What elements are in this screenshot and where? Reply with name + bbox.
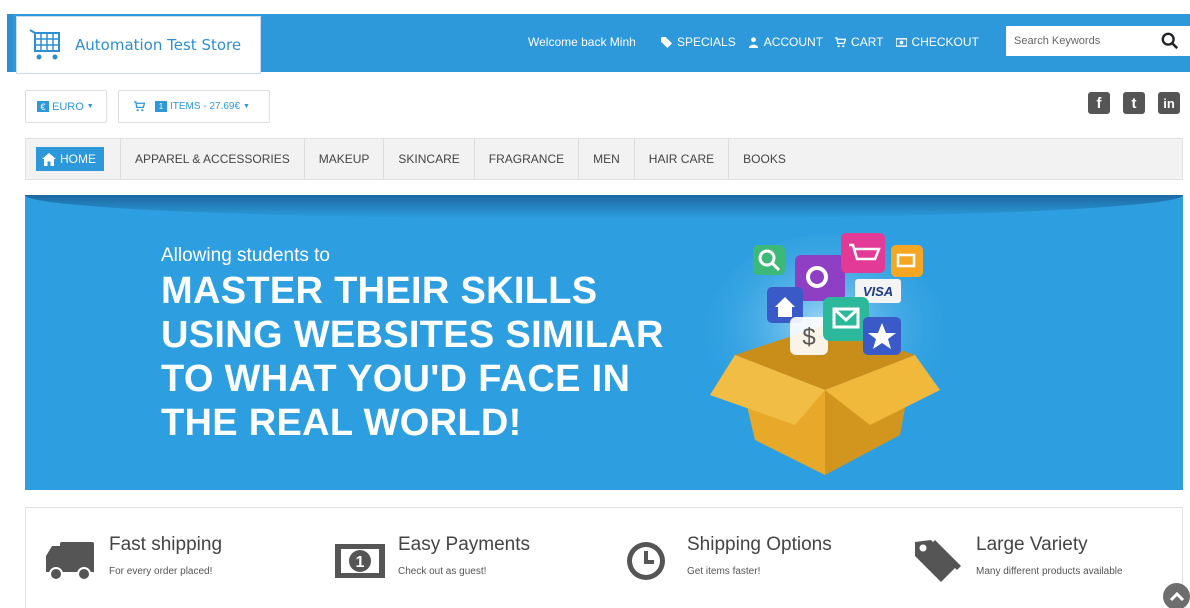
banner-headline: MASTER THEIR SKILLS USING WEBSITES SIMIL…: [161, 269, 664, 445]
svg-text:1: 1: [356, 554, 365, 571]
search-input[interactable]: [1006, 27, 1156, 55]
banner-headline-line: TO WHAT YOU'D FACE IN: [161, 358, 631, 400]
tag-icon: [661, 36, 672, 48]
feature-fast-shipping: Fast shipping For every order placed!: [26, 508, 315, 608]
cart-count-badge: 1: [155, 101, 167, 112]
store-logo-link[interactable]: Automation Test Store: [16, 16, 261, 74]
tags-icon: [915, 540, 961, 582]
twitter-glyph: t: [1131, 94, 1137, 112]
category-men[interactable]: MEN: [578, 139, 634, 179]
nav-cart-label: CART: [851, 35, 884, 49]
feature-title: Fast shipping: [109, 534, 223, 555]
banner-box-illustration: VISA $: [705, 233, 945, 475]
clock-icon: [627, 542, 665, 580]
feature-subtitle: Many different products available: [976, 566, 1123, 577]
facebook-glyph: f: [1096, 94, 1102, 112]
search-box: [1006, 26, 1190, 56]
store-name: Automation Test Store: [75, 36, 242, 54]
truck-icon: [46, 542, 94, 581]
scroll-to-top-button[interactable]: [1163, 583, 1190, 608]
nav-checkout-label: CHECKOUT: [911, 35, 979, 49]
banner-subtitle: Allowing students to: [161, 245, 330, 266]
feature-subtitle: Check out as guest!: [398, 566, 487, 577]
user-icon: [748, 36, 758, 48]
social-links: f t in: [1088, 92, 1180, 114]
nav-home[interactable]: HOME: [36, 147, 104, 171]
currency-label: EURO: [52, 100, 84, 113]
nav-home-label: HOME: [60, 152, 96, 166]
cart-icon: [835, 36, 847, 47]
home-icon: [42, 152, 56, 166]
category-hair-care[interactable]: HAIR CARE: [633, 139, 728, 179]
hero-banner[interactable]: Allowing students to MASTER THEIR SKILLS…: [25, 195, 1183, 490]
search-icon: [1161, 32, 1179, 50]
header-left-strip: [7, 14, 13, 72]
linkedin-glyph: in: [1163, 95, 1175, 111]
banner-headline-line: MASTER THEIR SKILLS: [161, 270, 598, 312]
chevron-up-icon: [1169, 591, 1184, 601]
welcome-message[interactable]: Welcome back Minh: [528, 35, 636, 49]
banner-visa-card-label: VISA: [863, 284, 893, 299]
banner-headline-line: USING WEBSITES SIMILAR: [161, 314, 664, 356]
banner-top-shadow: [25, 195, 1183, 219]
feature-shipping-options: Shipping Options Get items faster!: [604, 508, 893, 608]
feature-large-variety: Large Variety Many different products av…: [893, 508, 1182, 608]
features-strip: Fast shipping For every order placed! 1 …: [25, 507, 1183, 608]
banner-headline-line: THE REAL WORLD!: [161, 402, 522, 444]
nav-specials-label: SPECIALS: [677, 35, 736, 49]
money-icon: [895, 37, 907, 47]
chevron-down-icon: ▼: [86, 103, 94, 110]
category-apparel-accessories[interactable]: APPAREL & ACCESSORIES: [120, 139, 304, 179]
nav-account-label: ACCOUNT: [763, 35, 824, 49]
category-fragrance[interactable]: FRAGRANCE: [473, 139, 578, 179]
money-bill-icon: 1: [335, 544, 385, 578]
nav-account[interactable]: ACCOUNT: [748, 35, 823, 49]
feature-subtitle: Get items faster!: [687, 566, 761, 577]
search-button[interactable]: [1156, 27, 1184, 55]
chevron-down-icon: ▼: [243, 103, 250, 110]
category-books[interactable]: BOOKS: [728, 139, 800, 179]
page: Automation Test Store Welcome back Minh …: [0, 0, 1190, 608]
feature-subtitle: For every order placed!: [109, 566, 213, 577]
category-makeup[interactable]: MAKEUP: [303, 139, 384, 179]
top-nav: SPECIALS ACCOUNT CART CHECKOUT: [661, 35, 979, 49]
nav-cart[interactable]: CART: [835, 35, 884, 49]
svg-text:$: $: [802, 324, 815, 351]
feature-title: Large Variety: [976, 534, 1088, 555]
nav-checkout[interactable]: CHECKOUT: [895, 35, 979, 49]
facebook-icon[interactable]: f: [1088, 92, 1110, 114]
category-skincare[interactable]: SKINCARE: [383, 139, 473, 179]
twitter-icon[interactable]: t: [1123, 92, 1145, 114]
linkedin-icon[interactable]: in: [1158, 92, 1180, 114]
feature-title: Shipping Options: [687, 534, 832, 555]
cart-summary-dropdown[interactable]: 1 ITEMS - 27.69€ ▼: [118, 90, 270, 123]
currency-symbol: €: [37, 101, 49, 112]
nav-specials[interactable]: SPECIALS: [661, 35, 736, 49]
feature-title: Easy Payments: [398, 534, 530, 555]
store-logo-cart-icon: [29, 29, 60, 60]
category-nav: HOME APPAREL & ACCESSORIES MAKEUP SKINCA…: [25, 138, 1183, 180]
cart-icon: [134, 101, 145, 112]
feature-easy-payments: 1 Easy Payments Check out as guest!: [315, 508, 604, 608]
currency-dropdown[interactable]: € EURO ▼: [25, 90, 107, 123]
cart-summary-label: ITEMS - 27.69€: [170, 101, 241, 112]
